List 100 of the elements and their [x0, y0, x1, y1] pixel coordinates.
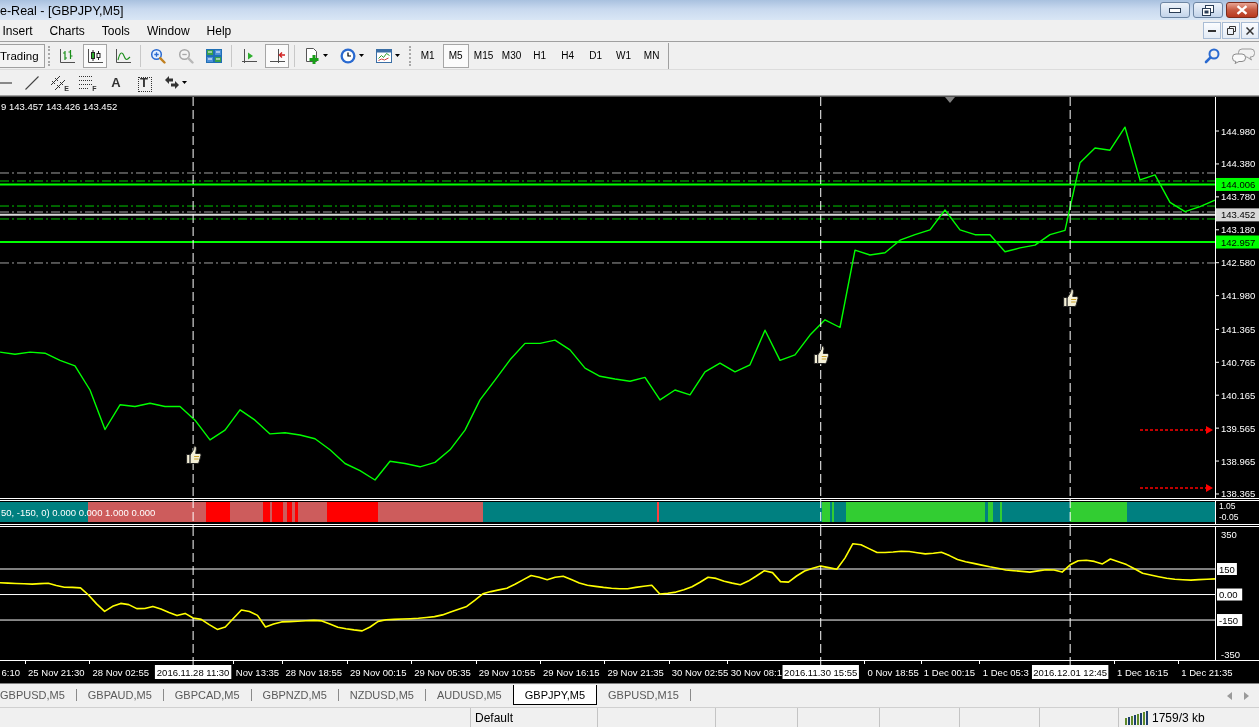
ref-line-label: -150: [1219, 614, 1239, 626]
chart-window-icon[interactable]: [375, 47, 392, 64]
chart-tab[interactable]: GBPNZD,M5: [251, 685, 338, 705]
restore-icon: [1202, 4, 1214, 16]
chart-tab[interactable]: AUDUSD,M5: [425, 685, 513, 705]
time-label: 1 Dec 00:15: [923, 667, 976, 678]
chart-tab[interactable]: NZDUSD,M5: [338, 685, 425, 705]
minimize-button[interactable]: [1160, 2, 1190, 18]
trend-line-icon[interactable]: [25, 75, 39, 90]
arrows-icon[interactable]: [165, 76, 179, 89]
menu-item[interactable]: Help: [198, 23, 240, 38]
caret-icon[interactable]: [322, 54, 328, 57]
ref-line-label: 142.957: [1221, 236, 1256, 248]
time-label: 29 Nov 00:15: [349, 667, 407, 678]
clock-icon[interactable]: [339, 47, 356, 64]
time-label: Nov 13:35: [235, 667, 280, 678]
traffic-counter: 1759/3 kb: [1152, 710, 1205, 725]
text-tool-button[interactable]: A: [104, 70, 128, 95]
time-label: 29 Nov 10:55: [478, 667, 536, 678]
timeframe-button[interactable]: MN: [638, 43, 665, 68]
close-button[interactable]: [1226, 2, 1258, 18]
horizontal-line-icon[interactable]: [0, 81, 12, 84]
restore-button[interactable]: [1193, 2, 1223, 18]
level-tag: 150: [1217, 563, 1237, 575]
time-label: 1 Dec 16:15: [1116, 667, 1169, 678]
time-label: 29 Nov 05:35: [414, 667, 471, 678]
child-minimize-button[interactable]: [1203, 22, 1221, 39]
minimize-icon: [1208, 29, 1216, 32]
timeframe-button[interactable]: H4: [554, 43, 581, 68]
scale-label: 1.05: [1219, 501, 1236, 511]
price-label: 141.365: [1221, 323, 1256, 335]
chart-tab[interactable]: GBPJPY,M5: [512, 685, 598, 705]
close-icon: [1246, 26, 1254, 35]
time-label: 28 Nov 02:55: [92, 667, 149, 678]
price-label: 144.980: [1221, 125, 1256, 137]
minimize-icon: [1169, 7, 1181, 13]
timeframe-button[interactable]: M5: [442, 43, 469, 68]
thumbs-up-icon: [1063, 288, 1079, 307]
channel-icon[interactable]: [51, 75, 66, 90]
chat-icon[interactable]: [1232, 47, 1255, 64]
menu-item[interactable]: Window: [138, 23, 199, 38]
ref-line-label: 143.452: [1221, 209, 1256, 221]
price-label: 138.965: [1221, 455, 1256, 467]
time-label: 30 Nov 02:55: [671, 667, 729, 678]
time-label: 1 Dec 05:3: [982, 667, 1029, 678]
price-label: 144.380: [1221, 158, 1256, 170]
price-tag: 143.452: [1216, 208, 1259, 222]
scale-label: -350: [1221, 648, 1240, 660]
window-title: e-Real - [GBPJPY,M5]: [0, 3, 124, 18]
price-label: 143.180: [1221, 224, 1256, 236]
price-label: 143.780: [1221, 191, 1256, 203]
signal-bars-icon: [1125, 710, 1149, 725]
menu-item[interactable]: Charts: [41, 23, 94, 38]
time-label: 0 Nov 18:55: [867, 667, 919, 678]
fibonacci-icon[interactable]: [79, 76, 94, 89]
chart-tab[interactable]: GBPUSD,M5: [0, 685, 76, 705]
caret-icon[interactable]: [358, 54, 364, 57]
child-close-button[interactable]: [1241, 22, 1259, 39]
thumbs-up-icon: [813, 345, 830, 364]
chart-tab[interactable]: GBPUSD,M15: [597, 685, 690, 705]
timeframe-button[interactable]: D1: [582, 43, 609, 68]
close-icon: [1236, 5, 1248, 15]
timeframe-button[interactable]: W1: [610, 43, 637, 68]
profile-name: Default: [475, 710, 514, 725]
time-label: 28 Nov 18:55: [285, 667, 343, 678]
text-label-button[interactable]: T: [132, 70, 156, 95]
menu-item[interactable]: Tools: [93, 23, 139, 38]
trading-button[interactable]: Trading: [0, 43, 45, 68]
price-label: 142.580: [1221, 257, 1256, 269]
search-icon[interactable]: [1204, 47, 1220, 64]
price-label: 140.165: [1221, 389, 1256, 401]
time-label: 29 Nov 21:35: [607, 667, 664, 678]
timeframe-button[interactable]: M15: [470, 43, 497, 68]
thumbs-up-icon: [186, 445, 202, 464]
ref-line-label: 144.006: [1221, 178, 1256, 190]
price-label: 138.365: [1221, 488, 1256, 499]
time-label: 29 Nov 16:15: [543, 667, 600, 678]
ref-line-label: 0.00: [1219, 589, 1238, 601]
caret-icon[interactable]: [182, 81, 187, 84]
price-label: 139.565: [1221, 422, 1256, 434]
timeframe-button[interactable]: M30: [498, 43, 525, 68]
scale-label: 350: [1221, 529, 1237, 541]
time-marker-tag: 2016.12.01 12:45: [1031, 665, 1109, 679]
restore-icon: [1226, 26, 1236, 35]
scale-label: -0.05: [1219, 512, 1239, 522]
chart-tab[interactable]: GBPAUD,M5: [76, 685, 163, 705]
caret-icon[interactable]: [394, 54, 400, 57]
timeframe-button[interactable]: M1: [414, 43, 441, 68]
time-marker-tag: 2016.11.30 15:55: [782, 665, 859, 679]
chart-tab[interactable]: GBPCAD,M5: [163, 685, 251, 705]
time-label: 25 Nov 21:30: [28, 667, 85, 678]
child-restore-button[interactable]: [1222, 22, 1240, 39]
time-marker-tag: 2016.11.28 11:30: [154, 665, 232, 679]
price-label: 140.765: [1221, 356, 1256, 368]
time-label: 30 Nov 08:1: [730, 667, 782, 678]
time-label: 6:10: [1, 667, 21, 678]
new-document-icon[interactable]: [303, 47, 320, 64]
ohlc-readout: 9 143.457 143.426 143.452: [1, 101, 118, 112]
menu-item[interactable]: Insert: [0, 23, 41, 38]
timeframe-button[interactable]: H1: [526, 43, 553, 68]
